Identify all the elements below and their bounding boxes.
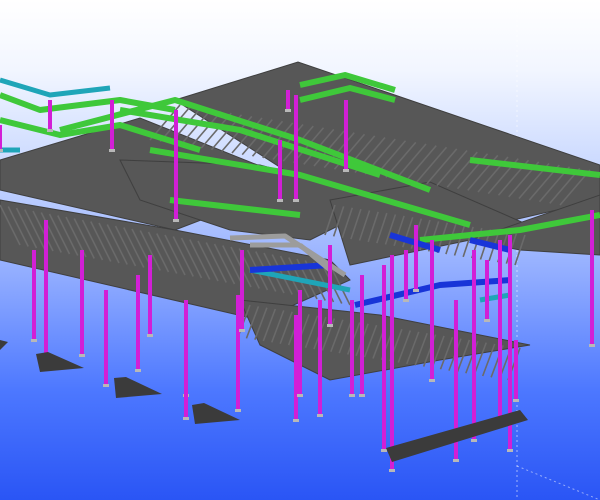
base-plate — [359, 394, 365, 397]
base-plate — [103, 384, 109, 387]
base-plate — [349, 394, 355, 397]
footing-pad — [0, 340, 8, 350]
base-plate — [147, 334, 153, 337]
base-plate — [343, 169, 349, 172]
footing-pad — [36, 352, 84, 372]
base-plate — [317, 414, 323, 417]
base-plate — [173, 219, 179, 222]
base-plate — [297, 394, 303, 397]
base-plate — [507, 449, 513, 452]
footing-pad — [192, 403, 240, 424]
base-plate — [413, 289, 419, 292]
base-plate — [239, 329, 245, 332]
base-plate — [429, 379, 435, 382]
base-plate — [135, 369, 141, 372]
base-plate — [381, 449, 387, 452]
base-plate — [293, 199, 299, 202]
base-plate — [484, 319, 490, 322]
teal-beam — [479, 292, 511, 303]
base-plate — [183, 417, 189, 420]
base-plate — [31, 339, 37, 342]
teal-beam — [0, 77, 111, 98]
frame-line — [516, 465, 600, 500]
base-plate — [277, 199, 283, 202]
base-plate — [235, 409, 241, 412]
base-plate — [327, 324, 333, 327]
base-plate — [403, 299, 409, 302]
base-plate — [47, 129, 53, 132]
base-plate — [589, 344, 595, 347]
base-plate — [293, 419, 299, 422]
base-plate — [285, 109, 291, 112]
base-plate — [453, 459, 459, 462]
base-plate — [389, 469, 395, 472]
base-plate — [109, 149, 115, 152]
base-plate — [471, 439, 477, 442]
structural-model-scene[interactable] — [0, 0, 600, 500]
base-plate — [0, 149, 3, 152]
base-plate — [513, 399, 519, 402]
base-plate — [79, 354, 85, 357]
footing-pad — [114, 377, 162, 398]
3d-model-viewport[interactable] — [0, 0, 600, 500]
